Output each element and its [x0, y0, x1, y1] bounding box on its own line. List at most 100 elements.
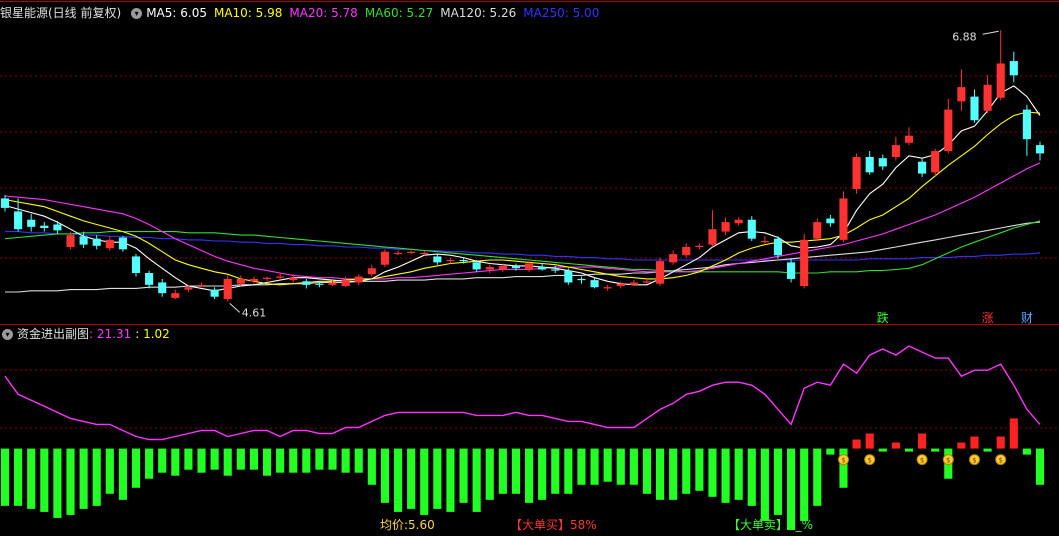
fund-bar	[485, 448, 494, 500]
candle-body	[865, 156, 874, 173]
candle-body	[852, 156, 861, 189]
candle-body	[970, 96, 979, 121]
candle-body	[105, 239, 114, 249]
candle-body	[983, 84, 992, 111]
candle-body	[787, 262, 796, 279]
fund-bar	[760, 448, 769, 521]
candle-body	[800, 239, 809, 287]
candle-body	[393, 252, 403, 255]
fund-bar	[289, 448, 298, 473]
fund-line	[4, 345, 1041, 441]
fund-bar	[131, 448, 141, 488]
fund-bar	[564, 448, 573, 494]
fund-bar	[92, 448, 101, 506]
candle-body	[918, 161, 927, 174]
dropdown-icon[interactable]: ▾	[2, 329, 13, 340]
fund-bar	[551, 448, 560, 494]
fund-bar	[315, 448, 324, 470]
tag-1: 涨	[982, 310, 994, 325]
fund-bar	[813, 448, 822, 506]
ma250-line	[5, 231, 1041, 261]
candle-body	[210, 289, 219, 297]
candle-body	[708, 229, 717, 245]
fund-bar	[629, 448, 638, 485]
fund-bar	[145, 448, 154, 479]
candle-body	[0, 198, 10, 208]
candle-body	[40, 225, 49, 229]
sub-value-1: : 21.31	[89, 327, 132, 341]
fund-bar	[970, 436, 979, 449]
big-sell-value: 4_%	[788, 518, 814, 532]
candle-body	[656, 261, 665, 284]
candle-body	[577, 278, 586, 281]
sub-value-2: : 1.02	[135, 327, 170, 341]
tag-0: 跌	[877, 310, 889, 325]
candle-body	[249, 278, 258, 282]
candle-body	[695, 245, 704, 247]
money-bag-icon-glyph: $	[972, 457, 976, 465]
fund-bar	[747, 448, 756, 506]
candle-body	[236, 278, 245, 284]
candle-body	[826, 218, 835, 224]
candle-body	[315, 283, 324, 285]
fund-bar	[682, 448, 691, 494]
candle-body	[524, 263, 534, 270]
money-bag-icon-glyph: $	[867, 457, 871, 465]
candle-body	[878, 158, 887, 167]
fund-bar	[446, 448, 455, 512]
candle-body	[616, 283, 625, 287]
fund-bar	[223, 448, 232, 476]
candle-body	[760, 241, 769, 243]
fund-bar	[158, 448, 167, 473]
fund-bar	[276, 448, 285, 473]
fund-bar	[734, 448, 743, 500]
fund-bar	[118, 448, 127, 500]
fund-bar	[197, 448, 206, 473]
fund-bar	[27, 448, 36, 509]
dropdown-icon[interactable]: ▾	[131, 8, 143, 19]
fund-bar	[302, 448, 311, 473]
stock-chart[interactable]: 6.88 4.61 跌 涨 财 $ $ $ $ $ $	[0, 0, 1059, 536]
candle-body	[302, 281, 311, 285]
fund-bar	[249, 448, 258, 470]
fund-bar	[524, 448, 534, 503]
candle-body	[603, 287, 612, 289]
candle-body	[92, 238, 101, 246]
candle-body	[747, 219, 756, 239]
candle-body	[839, 198, 848, 240]
candle-body	[590, 280, 599, 288]
candle-body	[459, 259, 468, 262]
fund-bar	[79, 448, 88, 509]
candle-body	[1009, 61, 1018, 76]
big-buy-value: 58%	[570, 518, 597, 532]
fund-bar	[878, 448, 887, 452]
fund-bar	[1009, 418, 1018, 449]
fund-bar	[66, 448, 75, 515]
fund-bar	[407, 448, 416, 509]
candle-body	[341, 280, 350, 287]
fund-bar	[53, 448, 62, 518]
fund-bar	[511, 448, 521, 494]
fund-bar	[1035, 448, 1045, 485]
candle-body	[407, 251, 416, 253]
candle-body	[53, 224, 62, 231]
fund-bar	[669, 448, 678, 500]
fund-bar	[433, 448, 442, 509]
candle-body	[669, 254, 678, 263]
ma250-label: MA250: 5.00	[523, 6, 600, 20]
fund-bar	[800, 448, 809, 521]
fund-bar	[40, 448, 49, 512]
candle-body	[996, 63, 1005, 98]
money-bag-icon-glyph: $	[920, 457, 924, 465]
candle-body	[158, 282, 167, 294]
candle-body	[642, 281, 652, 283]
low-price-label: 4.61	[242, 306, 266, 319]
candle-body	[380, 251, 389, 265]
candle-body	[433, 256, 442, 263]
fund-bar	[891, 442, 900, 449]
fund-bar	[616, 448, 625, 485]
fund-bar	[904, 448, 914, 452]
fund-bar	[773, 448, 783, 515]
fund-bar	[918, 433, 927, 449]
big-sell: 【大单卖】4_%	[728, 516, 813, 534]
